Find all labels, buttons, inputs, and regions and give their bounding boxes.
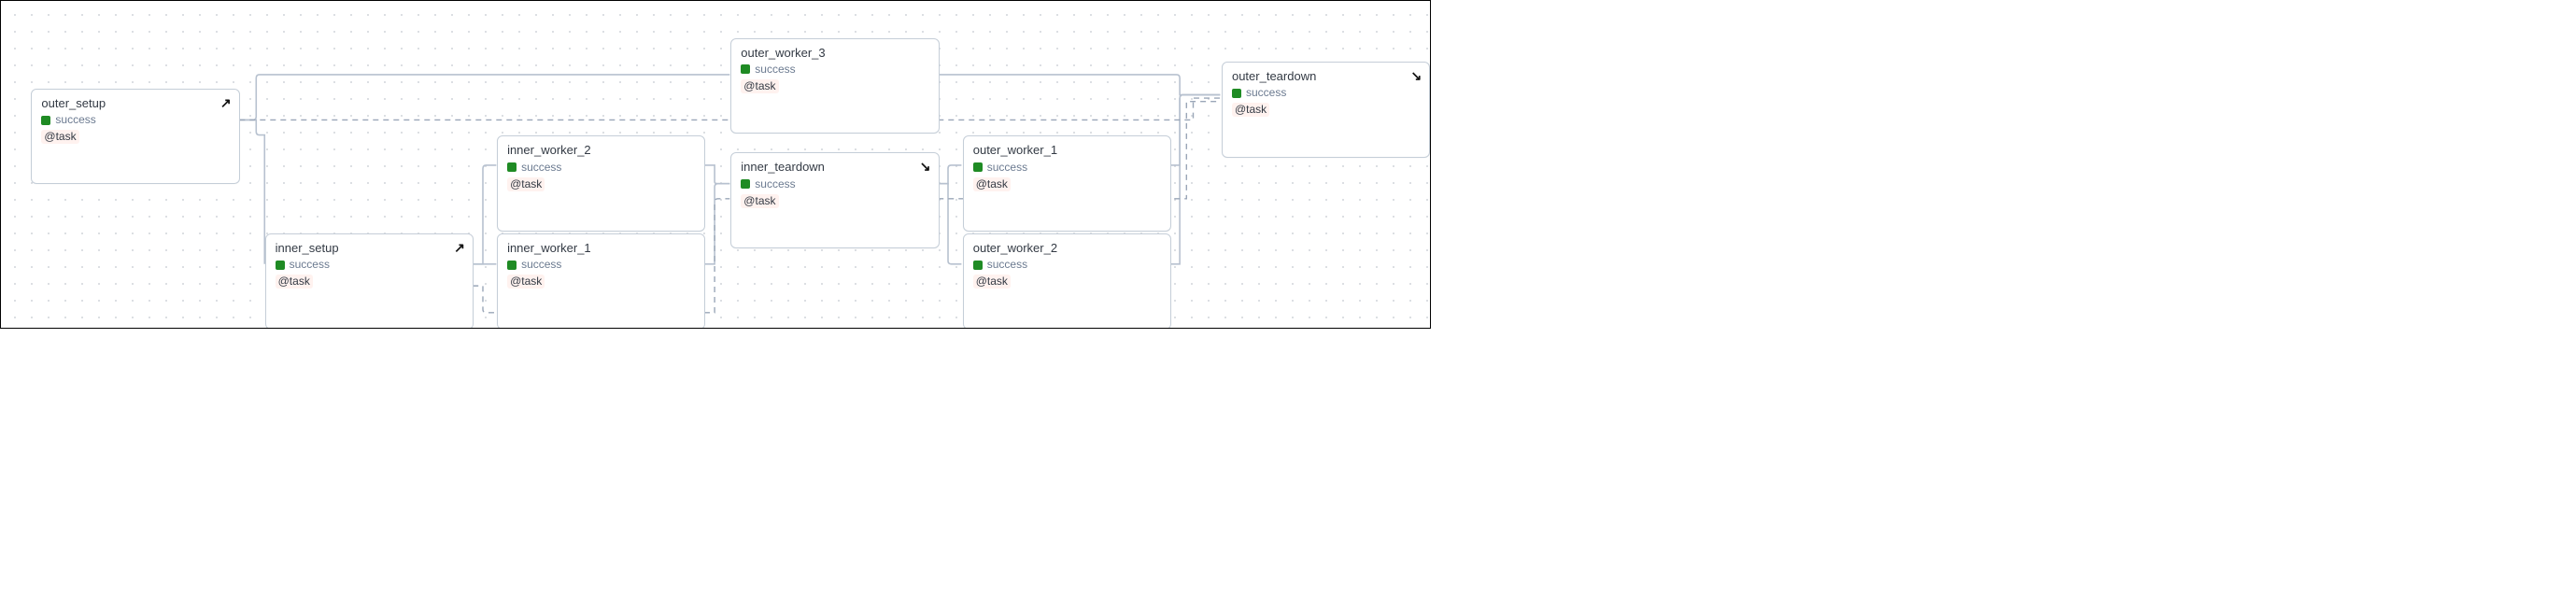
node-status: success [41, 113, 229, 127]
node-inner-setup[interactable]: ↗ inner_setup success @task [265, 233, 474, 329]
arrow-up-icon: ↗ [220, 95, 232, 112]
node-status: success [276, 258, 463, 272]
node-inner-worker-2[interactable]: inner_worker_2 success @task [497, 135, 705, 232]
node-outer-worker-2[interactable]: outer_worker_2 success @task [963, 233, 1171, 329]
decorator-badge: @task [741, 79, 778, 93]
arrow-down-icon: ↘ [1410, 68, 1422, 85]
status-label: success [755, 177, 795, 191]
decorator-badge: @task [41, 130, 78, 144]
node-status: success [741, 63, 928, 77]
status-dot-icon [276, 261, 285, 270]
node-inner-teardown[interactable]: ↘ inner_teardown success @task [730, 152, 939, 248]
status-dot-icon [973, 261, 983, 270]
node-status: success [973, 161, 1161, 175]
node-outer-teardown[interactable]: ↘ outer_teardown success @task [1222, 62, 1430, 158]
node-title: inner_setup [276, 241, 463, 256]
node-status: success [507, 161, 695, 175]
decorator-badge: @task [1232, 103, 1269, 117]
node-status: success [741, 177, 928, 191]
node-title: inner_worker_2 [507, 143, 695, 158]
decorator-badge: @task [507, 177, 545, 191]
status-label: success [755, 63, 795, 77]
status-label: success [55, 113, 95, 127]
decorator-badge: @task [973, 275, 1011, 289]
status-label: success [290, 258, 330, 272]
status-label: success [1246, 86, 1286, 100]
node-title: outer_setup [41, 96, 229, 111]
node-outer-worker-3[interactable]: outer_worker_3 success @task [730, 38, 939, 134]
dag-canvas[interactable]: ↗ outer_setup success @task ↗ inner_setu… [0, 0, 1431, 329]
arrow-down-icon: ↘ [920, 159, 931, 176]
status-dot-icon [507, 261, 517, 270]
status-label: success [987, 161, 1027, 175]
node-title: outer_teardown [1232, 69, 1420, 84]
status-dot-icon [41, 116, 50, 125]
status-label: success [521, 161, 561, 175]
status-dot-icon [741, 179, 750, 189]
node-title: inner_teardown [741, 160, 928, 175]
decorator-badge: @task [507, 275, 545, 289]
status-label: success [987, 258, 1027, 272]
node-outer-worker-1[interactable]: outer_worker_1 success @task [963, 135, 1171, 232]
node-status: success [507, 258, 695, 272]
status-label: success [521, 258, 561, 272]
node-status: success [973, 258, 1161, 272]
status-dot-icon [741, 64, 750, 74]
node-title: outer_worker_3 [741, 46, 928, 61]
status-dot-icon [507, 162, 517, 172]
node-inner-worker-1[interactable]: inner_worker_1 success @task [497, 233, 705, 329]
status-dot-icon [973, 162, 983, 172]
status-dot-icon [1232, 89, 1241, 98]
node-title: outer_worker_2 [973, 241, 1161, 256]
arrow-up-icon: ↗ [454, 240, 465, 257]
node-title: inner_worker_1 [507, 241, 695, 256]
decorator-badge: @task [276, 275, 313, 289]
decorator-badge: @task [741, 194, 778, 208]
node-title: outer_worker_1 [973, 143, 1161, 158]
node-status: success [1232, 86, 1420, 100]
node-outer-setup[interactable]: ↗ outer_setup success @task [31, 89, 239, 185]
decorator-badge: @task [973, 177, 1011, 191]
